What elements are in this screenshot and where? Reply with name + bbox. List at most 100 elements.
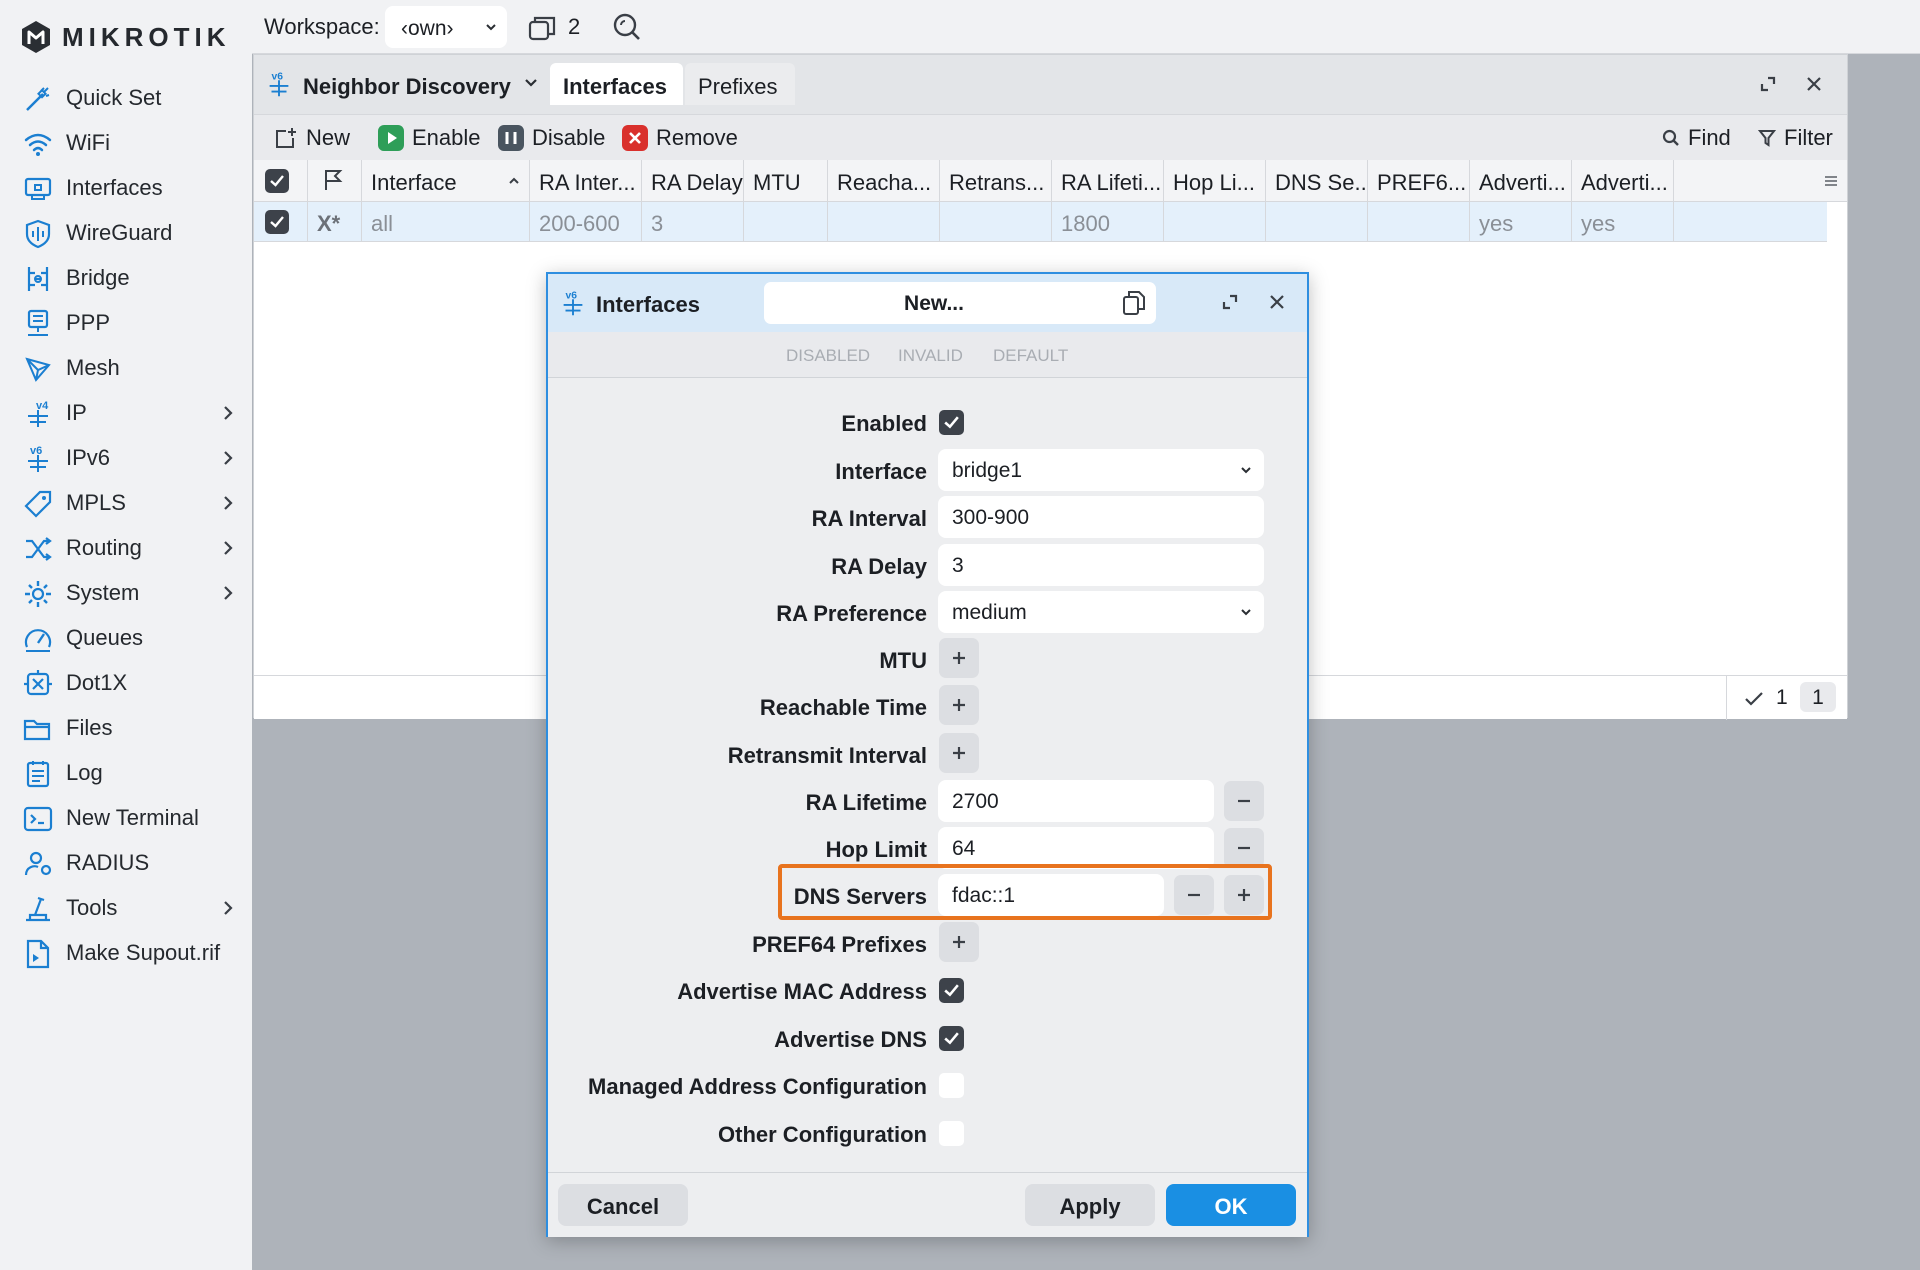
sidebar-item-ip[interactable]: v4 IP — [0, 391, 252, 435]
tab-interfaces[interactable]: Interfaces — [550, 63, 683, 105]
managed-address-checkbox[interactable] — [939, 1073, 964, 1098]
item-name-field[interactable]: New... — [764, 282, 1156, 324]
column-header-ra-interval[interactable]: RA Inter... — [530, 160, 642, 202]
sidebar-item-interfaces[interactable]: Interfaces — [0, 166, 252, 210]
column-header-ra-delay[interactable]: RA Delay — [642, 160, 744, 202]
sidebar-item-make-supout[interactable]: Make Supout.rif — [0, 931, 252, 975]
advertise-mac-checkbox[interactable] — [939, 978, 964, 1003]
advertise-dns-checkbox[interactable] — [939, 1026, 964, 1051]
windows-icon[interactable] — [526, 13, 558, 43]
sidebar-item-system[interactable]: System — [0, 571, 252, 615]
column-menu-icon[interactable] — [1824, 175, 1838, 187]
hop-limit-remove-button[interactable] — [1224, 828, 1264, 868]
retransmit-interval-add-button[interactable] — [939, 733, 979, 773]
ppp-icon — [27, 309, 49, 336]
sidebar-item-quick-set[interactable]: Quick Set — [0, 76, 252, 120]
sidebar-item-dot1x[interactable]: Dot1X — [0, 661, 252, 705]
ok-button[interactable]: OK — [1166, 1184, 1296, 1226]
close-icon[interactable] — [1268, 293, 1286, 311]
pref64-prefixes-add-button[interactable] — [939, 922, 979, 962]
column-header-reachable[interactable]: Reacha... — [828, 160, 940, 202]
sidebar-item-tools[interactable]: Tools — [0, 886, 252, 930]
row-checkbox[interactable] — [254, 202, 308, 242]
column-header-retransmit[interactable]: Retrans... — [940, 160, 1052, 202]
sidebar-item-mesh[interactable]: Mesh — [0, 346, 252, 390]
column-header-dns-servers[interactable]: DNS Se... — [1266, 160, 1368, 202]
ra-delay-input[interactable]: 3 — [938, 544, 1264, 586]
chevron-right-icon — [224, 451, 233, 465]
flag-disabled: DISABLED — [786, 346, 871, 365]
sidebar-item-log[interactable]: Log — [0, 751, 252, 795]
sidebar-item-wireguard[interactable]: WireGuard — [0, 211, 252, 255]
window-menu-button[interactable] — [516, 63, 546, 105]
column-header-pref64[interactable]: PREF6... — [1368, 160, 1470, 202]
reachable-time-add-button[interactable] — [939, 685, 979, 725]
terminal-icon — [23, 806, 53, 832]
cell-ra-interval: 200-600 — [530, 202, 642, 242]
table-row[interactable]: X* all 200-600 3 1800 yes yes — [254, 202, 1827, 242]
new-button[interactable]: New — [274, 123, 350, 153]
apply-button[interactable]: Apply — [1025, 1184, 1155, 1226]
filter-button[interactable]: Filter — [1758, 123, 1833, 153]
chevron-down-icon — [486, 24, 496, 31]
sidebar-item-files[interactable]: Files — [0, 706, 252, 750]
brand-name: MIKROTIK — [62, 21, 231, 52]
remove-button[interactable]: Remove — [622, 123, 738, 153]
cell-hop-limit — [1164, 202, 1266, 242]
cell-advertise-mac: yes — [1470, 202, 1572, 242]
flag-column-header[interactable] — [308, 160, 362, 202]
sidebar-item-wifi[interactable]: WiFi — [0, 121, 252, 165]
column-header-ra-lifetime[interactable]: RA Lifeti... — [1052, 160, 1164, 202]
enabled-checkbox[interactable] — [939, 410, 964, 435]
advertise-mac-label: Advertise MAC Address — [677, 979, 927, 1004]
sidebar-item-ppp[interactable]: PPP — [0, 301, 252, 345]
sidebar-item-label: IPv6 — [66, 445, 111, 470]
disable-button[interactable]: Disable — [498, 123, 605, 153]
wand-icon — [26, 87, 50, 111]
sidebar-item-label: Files — [66, 715, 113, 740]
sidebar-item-mpls[interactable]: MPLS — [0, 481, 252, 525]
dns-servers-remove-button[interactable] — [1174, 875, 1214, 915]
sidebar-item-routing[interactable]: Routing — [0, 526, 252, 570]
gear-icon — [25, 581, 51, 607]
maximize-icon[interactable] — [1221, 293, 1239, 311]
sidebar-item-label: WiFi — [66, 130, 110, 155]
cancel-button[interactable]: Cancel — [558, 1184, 688, 1226]
ra-interval-input[interactable]: 300-900 — [938, 496, 1264, 538]
copy-icon[interactable] — [1120, 289, 1148, 317]
mtu-add-button[interactable] — [939, 638, 979, 678]
sidebar-item-radius[interactable]: RADIUS — [0, 841, 252, 885]
chevron-right-icon — [224, 541, 233, 555]
ra-preference-select[interactable]: medium — [938, 591, 1264, 633]
ra-lifetime-input[interactable]: 2700 — [938, 780, 1214, 822]
sidebar-item-queues[interactable]: Queues — [0, 616, 252, 660]
sidebar-item-bridge[interactable]: Bridge — [0, 256, 252, 300]
checkbox — [265, 169, 289, 193]
svg-text:v6: v6 — [272, 71, 284, 82]
dns-servers-add-button[interactable] — [1224, 875, 1264, 915]
find-button[interactable]: Find — [1662, 123, 1731, 153]
ra-lifetime-remove-button[interactable] — [1224, 781, 1264, 821]
wifi-icon — [24, 133, 52, 156]
tab-prefixes[interactable]: Prefixes — [685, 63, 795, 105]
sidebar-item-ipv6[interactable]: v6 IPv6 — [0, 436, 252, 480]
column-header-mtu[interactable]: MTU — [744, 160, 828, 202]
search-icon[interactable] — [612, 12, 642, 42]
column-header-interface[interactable]: Interface — [362, 160, 530, 202]
column-header-advertise-dns[interactable]: Adverti... — [1572, 160, 1674, 202]
workspace-select[interactable]: ‹own› — [385, 6, 507, 48]
sidebar-item-new-terminal[interactable]: New Terminal — [0, 796, 252, 840]
column-header-advertise-mac[interactable]: Adverti... — [1470, 160, 1572, 202]
other-config-checkbox[interactable] — [939, 1121, 964, 1146]
dns-servers-input[interactable]: fdac::1 — [938, 874, 1164, 916]
column-header-hop-limit[interactable]: Hop Li... — [1164, 160, 1266, 202]
interface-select[interactable]: bridge1 — [938, 449, 1264, 491]
hop-limit-input[interactable]: 64 — [938, 827, 1214, 869]
cell-mtu — [744, 202, 828, 242]
select-all-checkbox[interactable] — [254, 160, 308, 202]
maximize-icon[interactable] — [1759, 75, 1777, 93]
pause-icon — [498, 125, 524, 151]
hop-limit-label: Hop Limit — [825, 837, 927, 862]
close-icon[interactable] — [1805, 75, 1823, 93]
enable-button[interactable]: Enable — [378, 123, 481, 153]
